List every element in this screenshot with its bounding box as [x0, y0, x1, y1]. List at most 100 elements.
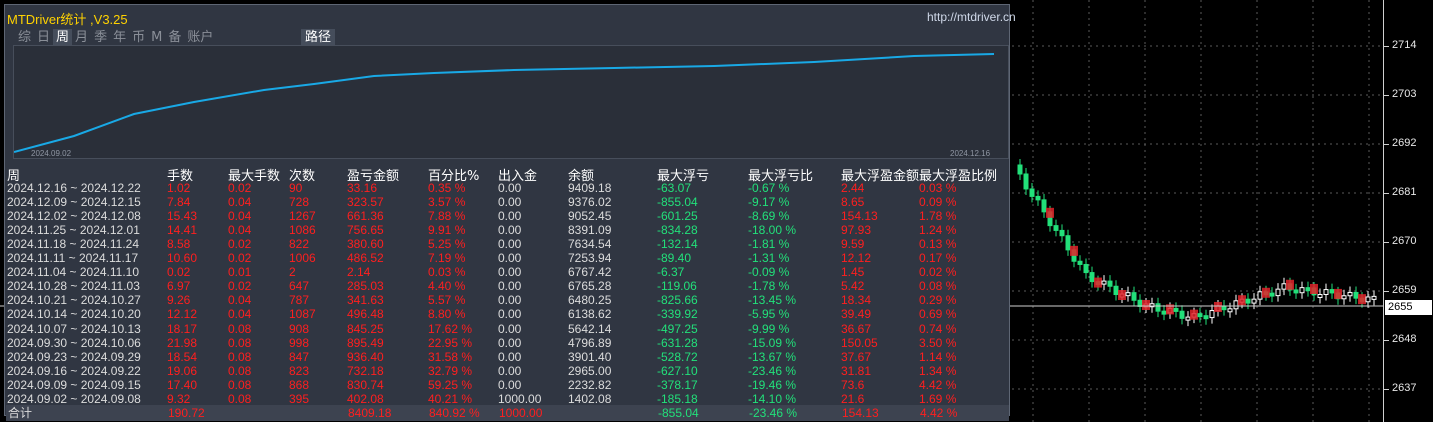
candle-body [1155, 303, 1161, 312]
table-cell: -601.25 [657, 209, 698, 224]
table-cell: 732.18 [347, 363, 384, 378]
table-cell: 323.57 [347, 195, 384, 210]
table-row[interactable]: 2024.09.02 ~ 2024.09.08 9.32 0.08 395 402.08… [5, 392, 1009, 406]
trade-marker [1334, 288, 1342, 299]
table-cell: 0.08 [228, 349, 252, 364]
table-cell: 18.34 [841, 293, 872, 308]
trade-marker [1118, 290, 1126, 301]
table-cell: 402.08 [347, 391, 384, 406]
candle-body [1173, 307, 1179, 312]
price-label: 2703 [1392, 88, 1417, 100]
table-cell: 6.97 [167, 279, 191, 294]
total-max-float-loss-pct: -23.46 % [749, 406, 798, 420]
table-cell: 31.81 [841, 363, 872, 378]
total-io: 1000.00 [499, 406, 543, 420]
table-row[interactable]: 2024.11.04 ~ 2024.11.10 0.02 0.01 2 2.14 0.03… [5, 265, 1009, 279]
table-row[interactable]: 2024.09.09 ~ 2024.09.15 17.40 0.08 868 830.7… [5, 378, 1009, 392]
table-row[interactable]: 2024.12.02 ~ 2024.12.08 15.43 0.04 1267 661.… [5, 209, 1009, 223]
table-cell: 36.67 [841, 321, 872, 336]
table-cell: 0.04 [228, 223, 252, 238]
table-cell: 0.04 [228, 307, 252, 322]
table-cell: 2024.11.11 ~ 2024.11.17 [7, 251, 139, 266]
table-cell: 9.26 [167, 293, 191, 308]
table-cell: 32.79 % [428, 363, 473, 378]
table-cell: 154.13 [841, 209, 878, 224]
table-cell: 2024.09.02 ~ 2024.09.08 [7, 391, 141, 406]
trade-marker [1286, 279, 1294, 290]
table-cell: 0.02 [228, 181, 252, 195]
table-cell: 0.08 % [919, 279, 957, 294]
table-cell: -497.25 [657, 321, 698, 336]
price-label: 2714 [1392, 39, 1417, 51]
table-cell: 0.00 [498, 251, 522, 266]
table-row[interactable]: 2024.11.11 ~ 2024.11.17 10.60 0.02 1006 486.… [5, 251, 1009, 265]
table-cell: 0.04 [228, 209, 252, 224]
candle-body [1323, 289, 1329, 296]
table-cell: 1006 [289, 251, 316, 266]
candle-body [1245, 298, 1251, 304]
table-row[interactable]: 2024.10.14 ~ 2024.10.20 12.12 0.04 1087 496.… [5, 307, 1009, 321]
table-cell: 150.05 [841, 335, 878, 350]
table-cell: 0.00 [498, 209, 522, 224]
table-row[interactable]: 2024.09.16 ~ 2024.09.22 19.06 0.08 823 732.1… [5, 364, 1009, 378]
table-row[interactable]: 2024.11.18 ~ 2024.11.24 8.58 0.02 822 380.60… [5, 237, 1009, 251]
table-row[interactable]: 2024.10.07 ~ 2024.10.13 18.17 0.08 908 845.2… [5, 322, 1009, 336]
table-cell: 3.57 % [428, 195, 466, 210]
table-cell: -834.28 [657, 223, 698, 238]
table-cell: 647 [289, 279, 310, 294]
table-cell: 0.02 [167, 265, 191, 280]
table-row[interactable]: 2024.12.16 ~ 2024.12.22 1.02 0.02 90 33.16 0.… [5, 181, 1009, 195]
trade-marker [1046, 207, 1054, 218]
table-cell: 395 [289, 391, 310, 406]
table-cell: 0.02 [228, 279, 252, 294]
table-cell: 6480.25 [568, 293, 612, 308]
table-cell: 2232.82 [568, 377, 612, 392]
table-cell: -5.95 % [748, 307, 790, 322]
table-cell: 0.01 [228, 265, 252, 280]
price-label: 2670 [1392, 235, 1417, 247]
table-cell: 9409.18 [568, 181, 612, 195]
table-cell: 0.00 [498, 181, 522, 195]
table-cell: -89.40 [657, 251, 692, 266]
table-cell: 1.02 [167, 181, 191, 195]
table-cell: 4.40 % [428, 279, 466, 294]
table-row[interactable]: 2024.12.09 ~ 2024.12.15 7.84 0.04 728 323.57… [5, 195, 1009, 209]
table-cell: 1.34 % [919, 363, 957, 378]
table-row[interactable]: 2024.10.28 ~ 2024.11.03 6.97 0.02 647 285.03… [5, 279, 1009, 293]
candle-body [1185, 316, 1191, 321]
table-cell: 0.29 % [919, 293, 957, 308]
table-row[interactable]: 2024.09.30 ~ 2024.10.06 21.98 0.08 998 895.4… [5, 336, 1009, 350]
trade-marker [1094, 277, 1102, 288]
table-cell: 6767.42 [568, 265, 612, 280]
table-cell: 7634.54 [568, 237, 612, 252]
table-cell: 2024.10.07 ~ 2024.10.13 [7, 321, 141, 336]
candle-body [1107, 280, 1113, 287]
website-link[interactable]: http://mtdriver.cn [927, 10, 1016, 24]
candle-body [1179, 310, 1185, 319]
table-cell: 5.25 % [428, 237, 466, 252]
total-pnl: 8409.18 [348, 406, 392, 420]
candle-body [1341, 295, 1347, 300]
table-cell: -627.10 [657, 363, 698, 378]
table-cell: 787 [289, 293, 310, 308]
table-cell: -825.66 [657, 293, 698, 308]
table-cell: -6.37 [657, 265, 685, 280]
table-cell: 12.12 [841, 251, 872, 266]
candle-body [1125, 292, 1131, 297]
price-tick [1384, 389, 1389, 390]
table-row[interactable]: 2024.11.25 ~ 2024.12.01 14.41 0.04 1086 756.… [5, 223, 1009, 237]
table-cell: 1.45 [841, 265, 865, 280]
table-cell: 18.17 [167, 321, 198, 336]
candle-body [1371, 295, 1377, 300]
table-cell: 0.04 [228, 293, 252, 308]
table-cell: 5.57 % [428, 293, 466, 308]
table-cell: 486.52 [347, 251, 384, 266]
candle-body [1035, 195, 1041, 201]
table-row[interactable]: 2024.09.23 ~ 2024.09.29 18.54 0.08 847 936.4… [5, 350, 1009, 364]
table-row[interactable]: 2024.10.21 ~ 2024.10.27 9.26 0.04 787 341.63… [5, 293, 1009, 307]
table-cell: -378.17 [657, 377, 698, 392]
candle-body [1317, 294, 1323, 299]
table-cell: 0.02 [228, 251, 252, 266]
table-cell: 7.88 % [428, 209, 466, 224]
table-cell: 10.60 [167, 251, 198, 266]
